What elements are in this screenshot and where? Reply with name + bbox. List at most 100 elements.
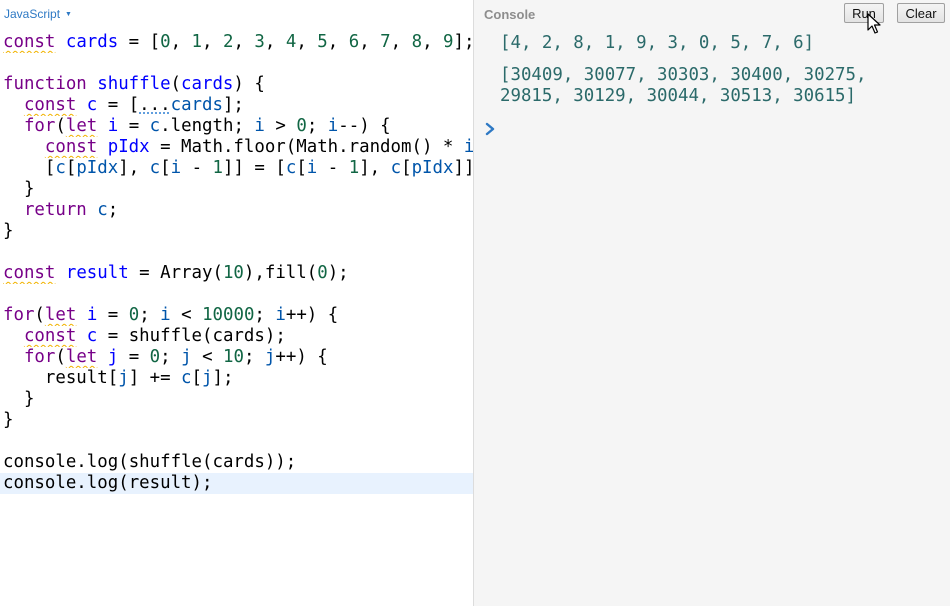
code-token: Array bbox=[160, 263, 213, 283]
code-line[interactable]: } bbox=[0, 179, 473, 200]
code-token: cards bbox=[212, 452, 265, 472]
code-line[interactable]: const pIdx = Math.floor(Math.random() * … bbox=[0, 137, 473, 158]
code-token: let bbox=[65, 347, 98, 367]
code-line[interactable]: console.log(shuffle(cards)); bbox=[0, 452, 473, 473]
code-token: )); bbox=[264, 452, 297, 472]
chevron-right-icon[interactable] bbox=[484, 118, 498, 140]
console-output-line: [4, 2, 8, 1, 9, 3, 0, 5, 7, 6] bbox=[500, 33, 815, 53]
code-token: ]; bbox=[222, 95, 244, 115]
code-token: () * bbox=[411, 137, 464, 157]
code-token: ]] = [ bbox=[223, 158, 286, 178]
code-line[interactable] bbox=[0, 53, 473, 74]
code-token: c bbox=[86, 326, 98, 346]
code-token: ]; bbox=[212, 368, 234, 388]
code-token: = [ bbox=[118, 32, 161, 52]
code-editor[interactable]: JavaScript ▼ const cards = [0, 1, 2, 3, … bbox=[0, 0, 473, 606]
code-line[interactable]: for(let j = 0; j < 10; j++) { bbox=[0, 347, 473, 368]
code-token: 1 bbox=[212, 158, 223, 178]
code-token: i bbox=[170, 158, 182, 178]
code-line[interactable] bbox=[0, 284, 473, 305]
code-line[interactable]: const result = Array(10),fill(0); bbox=[0, 263, 473, 284]
code-token: --) { bbox=[338, 116, 391, 136]
code-token: let bbox=[65, 116, 98, 136]
code-token: [ bbox=[65, 158, 77, 178]
code-token: i bbox=[254, 116, 265, 136]
code-token: j bbox=[202, 368, 213, 388]
language-label: JavaScript bbox=[4, 7, 61, 21]
code-token: i bbox=[327, 116, 339, 136]
code-line[interactable]: for(let i = c.length; i > 0; i--) { bbox=[0, 116, 473, 137]
code-token: let bbox=[44, 305, 77, 325]
code-token: , bbox=[359, 32, 381, 52]
code-token: } bbox=[3, 389, 35, 409]
code-token: i bbox=[463, 137, 473, 157]
code-token: , bbox=[202, 32, 223, 52]
code-token: ; bbox=[243, 347, 265, 367]
code-line[interactable]: } bbox=[0, 389, 473, 410]
code-line[interactable]: } bbox=[0, 221, 473, 242]
code-line[interactable]: return c; bbox=[0, 200, 473, 221]
code-token: ], bbox=[359, 158, 391, 178]
code-token: 5 bbox=[317, 32, 328, 52]
code-token: length bbox=[170, 116, 234, 136]
code-token: < bbox=[170, 305, 203, 325]
code-token: ( bbox=[55, 116, 66, 136]
code-token: shuffle bbox=[128, 326, 202, 346]
code-line[interactable]: const c = shuffle(cards); bbox=[0, 326, 473, 347]
code-token: , bbox=[390, 32, 412, 52]
code-line[interactable]: } bbox=[0, 410, 473, 431]
code-line[interactable] bbox=[0, 431, 473, 452]
code-line[interactable]: [c[pIdx], c[i - 1]] = [c[i - 1], c[pIdx]… bbox=[0, 158, 473, 179]
code-token: = [ bbox=[97, 95, 140, 115]
code-token: 8 bbox=[411, 32, 423, 52]
code-token: cards bbox=[181, 74, 234, 94]
code-token: 3 bbox=[254, 32, 265, 52]
code-token: log bbox=[86, 452, 119, 472]
code-area[interactable]: const cards = [0, 1, 2, 3, 4, 5, 6, 7, 8… bbox=[0, 32, 473, 494]
console-title: Console bbox=[484, 7, 536, 22]
code-token: pIdx bbox=[411, 158, 454, 178]
code-line[interactable]: console.log(result); bbox=[0, 473, 473, 494]
code-token: } bbox=[3, 221, 14, 241]
code-token: i bbox=[275, 305, 286, 325]
code-token: fill bbox=[264, 263, 307, 283]
code-token: j bbox=[181, 347, 192, 367]
code-token: , bbox=[296, 32, 318, 52]
code-token: = bbox=[118, 116, 150, 136]
code-line[interactable]: const cards = [0, 1, 2, 3, 4, 5, 6, 7, 8… bbox=[0, 32, 473, 53]
code-token: const bbox=[3, 32, 56, 52]
code-token: = bbox=[149, 137, 182, 157]
code-line[interactable]: for(let i = 0; i < 10000; i++) { bbox=[0, 305, 473, 326]
code-token: ); bbox=[191, 473, 213, 493]
code-token: ]]; bbox=[453, 158, 473, 178]
code-line[interactable]: const c = [...cards]; bbox=[0, 95, 473, 116]
code-token: ( bbox=[170, 74, 182, 94]
code-token: 2 bbox=[222, 32, 234, 52]
code-token: 6 bbox=[348, 32, 360, 52]
code-token: cards bbox=[170, 95, 223, 115]
code-token: , bbox=[170, 32, 192, 52]
code-token: for bbox=[23, 116, 56, 136]
code-token: ; bbox=[233, 116, 255, 136]
code-line[interactable]: function shuffle(cards) { bbox=[0, 74, 473, 95]
code-line[interactable] bbox=[0, 242, 473, 263]
code-token: = bbox=[97, 326, 129, 346]
code-token: ] += bbox=[128, 368, 182, 388]
code-token: 10 bbox=[222, 263, 244, 283]
code-token: function bbox=[3, 74, 87, 94]
code-token: = bbox=[97, 305, 129, 325]
language-select[interactable]: JavaScript ▼ bbox=[4, 6, 72, 22]
code-token: return bbox=[23, 200, 87, 220]
code-token: . bbox=[160, 116, 171, 136]
clear-button[interactable]: Clear bbox=[897, 3, 945, 23]
code-line[interactable]: result[j] += c[j]; bbox=[0, 368, 473, 389]
code-token: floor bbox=[233, 137, 286, 157]
